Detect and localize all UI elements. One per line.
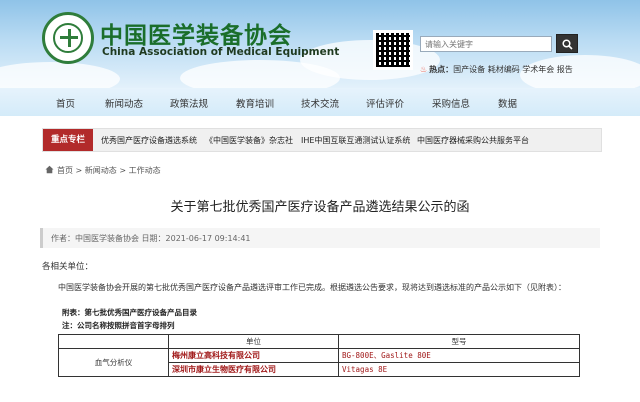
hot-keyword-links[interactable]: 国产设备 耗材编码 学术年会 报告 [453, 65, 573, 74]
breadcrumb-work-news[interactable]: 工作动态 [129, 166, 161, 175]
article-meta: 作者：中国医学装备协会 日期：2021-06-17 09:14:41 [40, 228, 600, 248]
cloud-decoration [0, 62, 120, 88]
site-title[interactable]: 中国医学装备协会 [100, 16, 292, 50]
article-salutation: 各相关单位： [42, 262, 94, 272]
breadcrumb-news[interactable]: 新闻动态 [85, 166, 117, 175]
search-icon [562, 39, 573, 50]
nav-item-training[interactable]: 教育培训 [236, 96, 274, 110]
article-title: 关于第七批优秀国产医疗设备产品遴选结果公示的函 [170, 200, 470, 215]
nav-item-news[interactable]: 新闻动态 [105, 96, 143, 110]
nav-item-evaluation[interactable]: 评估评价 [366, 96, 404, 110]
breadcrumb-home[interactable]: 首页 [57, 166, 73, 175]
home-icon [45, 165, 54, 174]
flame-icon: ♨ [420, 65, 428, 74]
nav-item-procurement[interactable]: 采购信息 [432, 96, 470, 110]
search-input[interactable] [420, 36, 552, 52]
table-header-model: 型号 [338, 334, 580, 349]
table-unit-cell: 深圳市康立生物医疗有限公司 [168, 362, 339, 377]
hot-label: 热点： [429, 65, 454, 74]
nav-item-home[interactable]: 首页 [56, 96, 75, 110]
cloud-decoration [180, 60, 340, 88]
focus-link-selection-system[interactable]: 优秀国产医疗设备遴选系统 [101, 135, 197, 146]
product-table: 单位 型号 血气分析仪 梅州康立高科技有限公司 BG-800E、Gaslite … [58, 334, 580, 377]
focus-link-journal[interactable]: 《中国医学装备》杂志社 [205, 135, 293, 146]
nav-item-data[interactable]: 数据 [498, 96, 517, 110]
site-header: 中国医学装备协会 China Association of Medical Eq… [0, 0, 640, 88]
site-title-english[interactable]: China Association of Medical Equipment [102, 46, 339, 58]
article-meta-text: 作者：中国医学装备协会 日期：2021-06-17 09:14:41 [51, 234, 251, 243]
main-nav: 首页 新闻动态 政策法规 教育培训 技术交流 评估评价 采购信息 数据 [0, 88, 640, 116]
hot-keywords: ♨ 热点：国产设备 耗材编码 学术年会 报告 [420, 64, 573, 75]
focus-link-ihe[interactable]: IHE中国互联互通测试认证系统 [301, 135, 410, 146]
focus-link-procurement-platform[interactable]: 中国医疗器械采购公共服务平台 [417, 135, 529, 146]
focus-column-bar: 重点专栏 优秀国产医疗设备遴选系统 《中国医学装备》杂志社 IHE中国互联互通测… [42, 128, 602, 152]
table-category-cell: 血气分析仪 [58, 348, 169, 377]
table-model-cell: BG-800E、Gaslite 80E [338, 348, 580, 363]
attachment-note-line: 注：公司名称按照拼音首字母排列 [62, 321, 175, 330]
nav-item-tech[interactable]: 技术交流 [301, 96, 339, 110]
table-header-category [58, 334, 169, 349]
table-header-row: 单位 型号 [58, 334, 580, 349]
table-header-unit: 单位 [168, 334, 339, 349]
attachment-title: 附表：第七批优秀国产医疗设备产品目录 [62, 308, 197, 317]
association-logo-icon[interactable] [42, 12, 94, 64]
focus-label: 重点专栏 [43, 129, 93, 151]
attachment-note: 附表：第七批优秀国产医疗设备产品目录 注：公司名称按照拼音首字母排列 [62, 306, 197, 332]
breadcrumb: 首页 > 新闻动态 > 工作动态 [45, 165, 161, 176]
article-body: 中国医学装备协会开展的第七批优秀国产医疗设备产品遴选评审工作已完成。根据遴选公告… [58, 283, 566, 292]
table-unit-cell: 梅州康立高科技有限公司 [168, 348, 339, 363]
nav-item-policy[interactable]: 政策法规 [170, 96, 208, 110]
qr-code-icon [373, 30, 413, 70]
table-row: 血气分析仪 梅州康立高科技有限公司 BG-800E、Gaslite 80E [58, 348, 580, 377]
search-button[interactable] [556, 34, 578, 53]
table-model-cell: Vitagas 8E [338, 362, 580, 377]
